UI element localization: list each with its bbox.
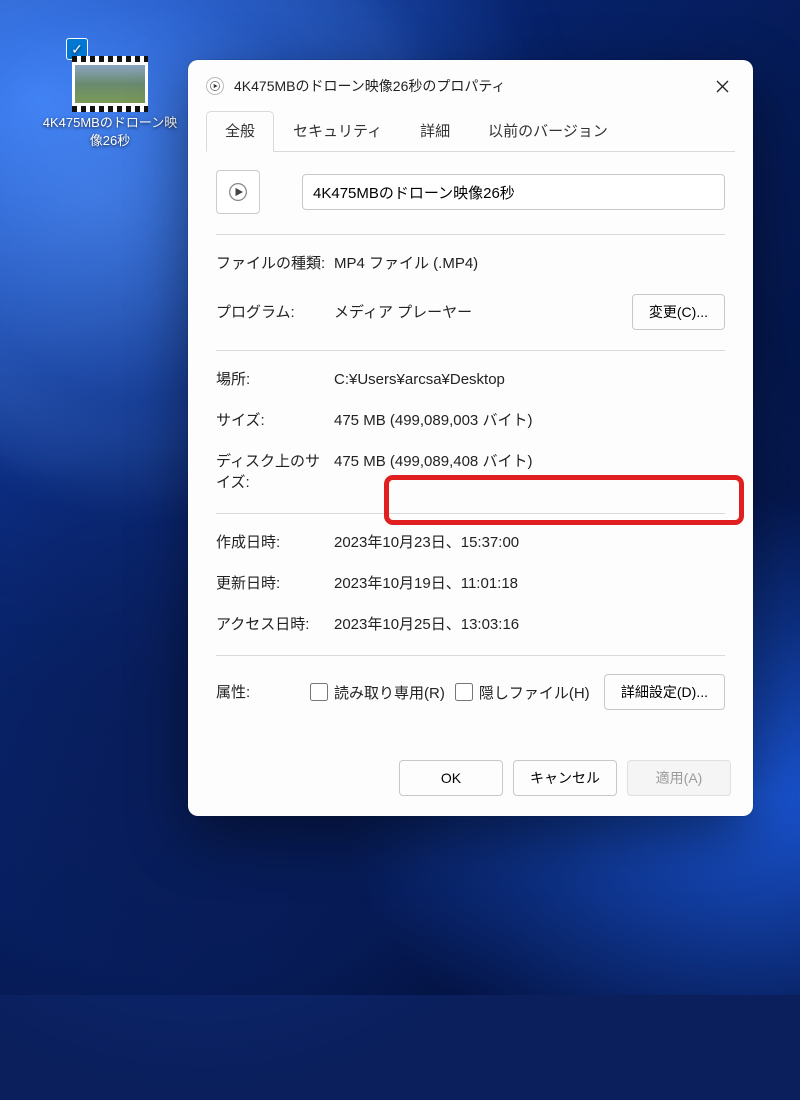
change-program-button[interactable]: 変更(C)... [632,294,725,330]
tab-details[interactable]: 詳細 [401,111,469,152]
readonly-checkbox-input[interactable] [310,683,328,701]
created-label: 作成日時: [216,532,334,553]
advanced-attributes-button[interactable]: 詳細設定(D)... [604,674,725,710]
apply-button[interactable]: 適用(A) [627,760,731,796]
created-value: 2023年10月23日、15:37:00 [334,532,725,553]
disksize-label: ディスク上のサイズ: [216,451,334,493]
desktop-icon-label: 4K475MBのドローン映像26秒 [40,114,180,150]
close-icon [716,80,729,93]
program-value: メディア プレーヤー [334,302,632,323]
modified-label: 更新日時: [216,573,334,594]
hidden-checkbox[interactable]: 隠しファイル(H) [455,682,590,703]
readonly-label: 読み取り専用(R) [334,682,445,703]
general-panel: ファイルの種類: MP4 ファイル (.MP4) プログラム: メディア プレー… [188,152,753,746]
ok-button[interactable]: OK [399,760,503,796]
tab-bar: 全般 セキュリティ 詳細 以前のバージョン [188,110,753,152]
close-button[interactable] [705,72,739,100]
file-type-icon [216,170,260,214]
disksize-value: 475 MB (499,089,408 バイト) [334,451,725,472]
accessed-label: アクセス日時: [216,614,334,635]
size-value: 475 MB (499,089,003 バイト) [334,410,725,431]
desktop-file-icon[interactable]: ✓ 4K475MBのドローン映像26秒 [40,40,180,150]
separator [216,513,725,514]
tab-previous-versions[interactable]: 以前のバージョン [469,111,627,152]
filename-input[interactable] [302,174,725,210]
tab-security[interactable]: セキュリティ [274,111,401,152]
filetype-value: MP4 ファイル (.MP4) [334,253,725,274]
accessed-value: 2023年10月25日、13:03:16 [334,614,725,635]
cancel-button[interactable]: キャンセル [513,760,617,796]
location-value: C:¥Users¥arcsa¥Desktop [334,369,725,390]
tab-general[interactable]: 全般 [206,111,274,152]
modified-value: 2023年10月19日、11:01:18 [334,573,725,594]
hidden-checkbox-input[interactable] [455,683,473,701]
title-video-icon [206,77,224,95]
size-label: サイズ: [216,410,334,431]
separator [216,655,725,656]
titlebar: 4K475MBのドローン映像26秒のプロパティ [188,60,753,110]
dialog-title: 4K475MBのドローン映像26秒のプロパティ [234,76,695,96]
filetype-label: ファイルの種類: [216,253,334,274]
video-thumbnail-icon [72,62,148,106]
program-label: プログラム: [216,302,334,323]
attributes-label: 属性: [216,682,304,703]
separator [216,234,725,235]
hidden-label: 隠しファイル(H) [479,682,590,703]
properties-dialog: 4K475MBのドローン映像26秒のプロパティ 全般 セキュリティ 詳細 以前の… [188,60,753,816]
location-label: 場所: [216,369,334,390]
readonly-checkbox[interactable]: 読み取り専用(R) [310,682,445,703]
dialog-footer: OK キャンセル 適用(A) [188,746,753,816]
separator [216,350,725,351]
